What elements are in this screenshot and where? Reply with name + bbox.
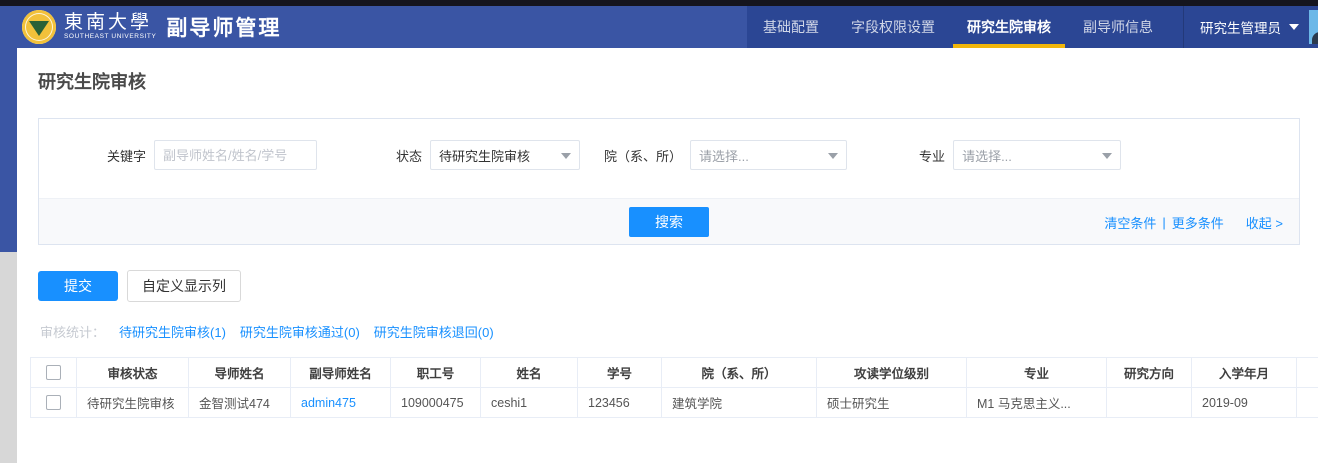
chevron-down-icon xyxy=(561,153,571,159)
table-cell: 123456 xyxy=(578,388,662,418)
filter-panel-footer: 搜索 清空条件 | 更多条件 收起 > xyxy=(39,198,1299,244)
tab-assistant-supervisor-info[interactable]: 副导师信息 xyxy=(1083,6,1153,48)
column-header: 入学年月 xyxy=(1192,358,1297,388)
column-header: 审核状态 xyxy=(77,358,189,388)
page-content: 研究生院审核 关键字 状态 待研究生院审核 院（系、所） 请选择... xyxy=(17,48,1318,463)
tab-graduate-school-review[interactable]: 研究生院审核 xyxy=(967,6,1051,48)
collapse-link[interactable]: 收起 > xyxy=(1246,213,1283,232)
department-label: 院（系、所） xyxy=(604,146,682,165)
select-all-checkbox[interactable] xyxy=(46,365,61,380)
filter-links: 清空条件 | 更多条件 收起 > xyxy=(1104,199,1283,245)
keyword-label: 关键字 xyxy=(107,146,146,165)
status-label: 状态 xyxy=(396,146,422,165)
column-header: 攻读学位级别 xyxy=(817,358,967,388)
table-row: 待研究生院审核金智测试474admin475109000475ceshi1123… xyxy=(31,388,1318,418)
chevron-down-icon xyxy=(828,153,838,159)
top-nav: 基础配置 字段权限设置 研究生院审核 副导师信息 研究生管理员 xyxy=(747,6,1318,48)
major-filter: 专业 请选择... xyxy=(919,140,1121,170)
filter-panel: 关键字 状态 待研究生院审核 院（系、所） 请选择... 专业 xyxy=(38,118,1300,245)
column-header: 姓名 xyxy=(481,358,578,388)
column-header: 学号 xyxy=(578,358,662,388)
row-checkbox-cell xyxy=(31,388,77,418)
left-gutter-bottom xyxy=(0,252,17,463)
stat-pending-link[interactable]: 待研究生院审核(1) xyxy=(119,322,226,341)
department-select-value: 请选择... xyxy=(699,146,749,165)
column-header: 院（系、所） xyxy=(662,358,817,388)
brand: 東南大學 SOUTHEAST UNIVERSITY 副导师管理 xyxy=(22,10,281,44)
chevron-down-icon xyxy=(1102,153,1112,159)
left-gutter-top xyxy=(0,48,17,252)
app-title: 副导师管理 xyxy=(166,12,281,42)
stats-label: 审核统计： xyxy=(40,322,105,341)
status-filter: 状态 待研究生院审核 xyxy=(396,140,580,170)
select-all-checkbox-cell xyxy=(31,358,77,388)
column-header: 专业 xyxy=(967,358,1107,388)
review-stats: 审核统计： 待研究生院审核(1) 研究生院审核通过(0) 研究生院审核退回(0) xyxy=(40,322,494,341)
avatar-body xyxy=(1312,32,1318,44)
table-cell: 硕士研究生 xyxy=(817,388,967,418)
user-name: 研究生管理员 xyxy=(1200,17,1281,37)
row-checkbox[interactable] xyxy=(46,395,61,410)
assistant-supervisor-link[interactable]: admin475 xyxy=(291,388,391,418)
column-header: 联系方式 xyxy=(1297,358,1318,388)
table-cell: 109000475 xyxy=(391,388,481,418)
link-separator: | xyxy=(1162,215,1165,230)
table-container: 审核状态导师姓名副导师姓名职工号姓名学号院（系、所）攻读学位级别专业研究方向入学… xyxy=(30,357,1318,463)
major-select[interactable]: 请选择... xyxy=(953,140,1121,170)
table-cell xyxy=(1107,388,1192,418)
app-header: 東南大學 SOUTHEAST UNIVERSITY 副导师管理 基础配置 字段权… xyxy=(0,6,1318,48)
column-header: 职工号 xyxy=(391,358,481,388)
clear-conditions-link[interactable]: 清空条件 xyxy=(1104,213,1156,232)
table-cell: 2019-09 xyxy=(1192,388,1297,418)
submit-button[interactable]: 提交 xyxy=(38,271,118,301)
table-cell: ceshi1 xyxy=(481,388,578,418)
table-cell: M1 马克思主义... xyxy=(967,388,1107,418)
column-header: 导师姓名 xyxy=(189,358,291,388)
department-filter: 院（系、所） 请选择... xyxy=(604,140,847,170)
table-cell: 建筑学院 xyxy=(662,388,817,418)
review-table: 审核状态导师姓名副导师姓名职工号姓名学号院（系、所）攻读学位级别专业研究方向入学… xyxy=(30,357,1318,418)
chevron-down-icon xyxy=(1289,24,1299,30)
university-name-zh: 東南大學 xyxy=(64,13,156,32)
filter-row: 关键字 状态 待研究生院审核 院（系、所） 请选择... 专业 xyxy=(39,140,1299,170)
avatar[interactable] xyxy=(1309,10,1318,44)
page-title: 研究生院审核 xyxy=(38,68,146,94)
table-cell: 金智测试474 xyxy=(189,388,291,418)
more-conditions-link[interactable]: 更多条件 xyxy=(1172,213,1224,232)
status-select[interactable]: 待研究生院审核 xyxy=(430,140,580,170)
keyword-filter: 关键字 xyxy=(107,140,317,170)
university-name-en: SOUTHEAST UNIVERSITY xyxy=(64,34,156,41)
tab-basic-config[interactable]: 基础配置 xyxy=(763,6,819,48)
search-button[interactable]: 搜索 xyxy=(629,207,709,237)
stat-returned-link[interactable]: 研究生院审核退回(0) xyxy=(374,322,494,341)
toolbar: 提交 自定义显示列 xyxy=(38,270,241,302)
university-logo-icon xyxy=(22,10,56,44)
tab-field-permission[interactable]: 字段权限设置 xyxy=(851,6,935,48)
major-label: 专业 xyxy=(919,146,945,165)
column-header: 副导师姓名 xyxy=(291,358,391,388)
major-select-value: 请选择... xyxy=(962,146,1012,165)
customize-columns-button[interactable]: 自定义显示列 xyxy=(127,270,241,302)
table-cell xyxy=(1297,388,1318,418)
department-select[interactable]: 请选择... xyxy=(690,140,847,170)
university-name: 東南大學 SOUTHEAST UNIVERSITY xyxy=(64,13,156,41)
column-header: 研究方向 xyxy=(1107,358,1192,388)
table-cell: 待研究生院审核 xyxy=(77,388,189,418)
user-menu[interactable]: 研究生管理员 xyxy=(1183,6,1299,48)
stat-passed-link[interactable]: 研究生院审核通过(0) xyxy=(240,322,360,341)
keyword-input[interactable] xyxy=(154,140,317,170)
status-select-value: 待研究生院审核 xyxy=(439,146,530,165)
